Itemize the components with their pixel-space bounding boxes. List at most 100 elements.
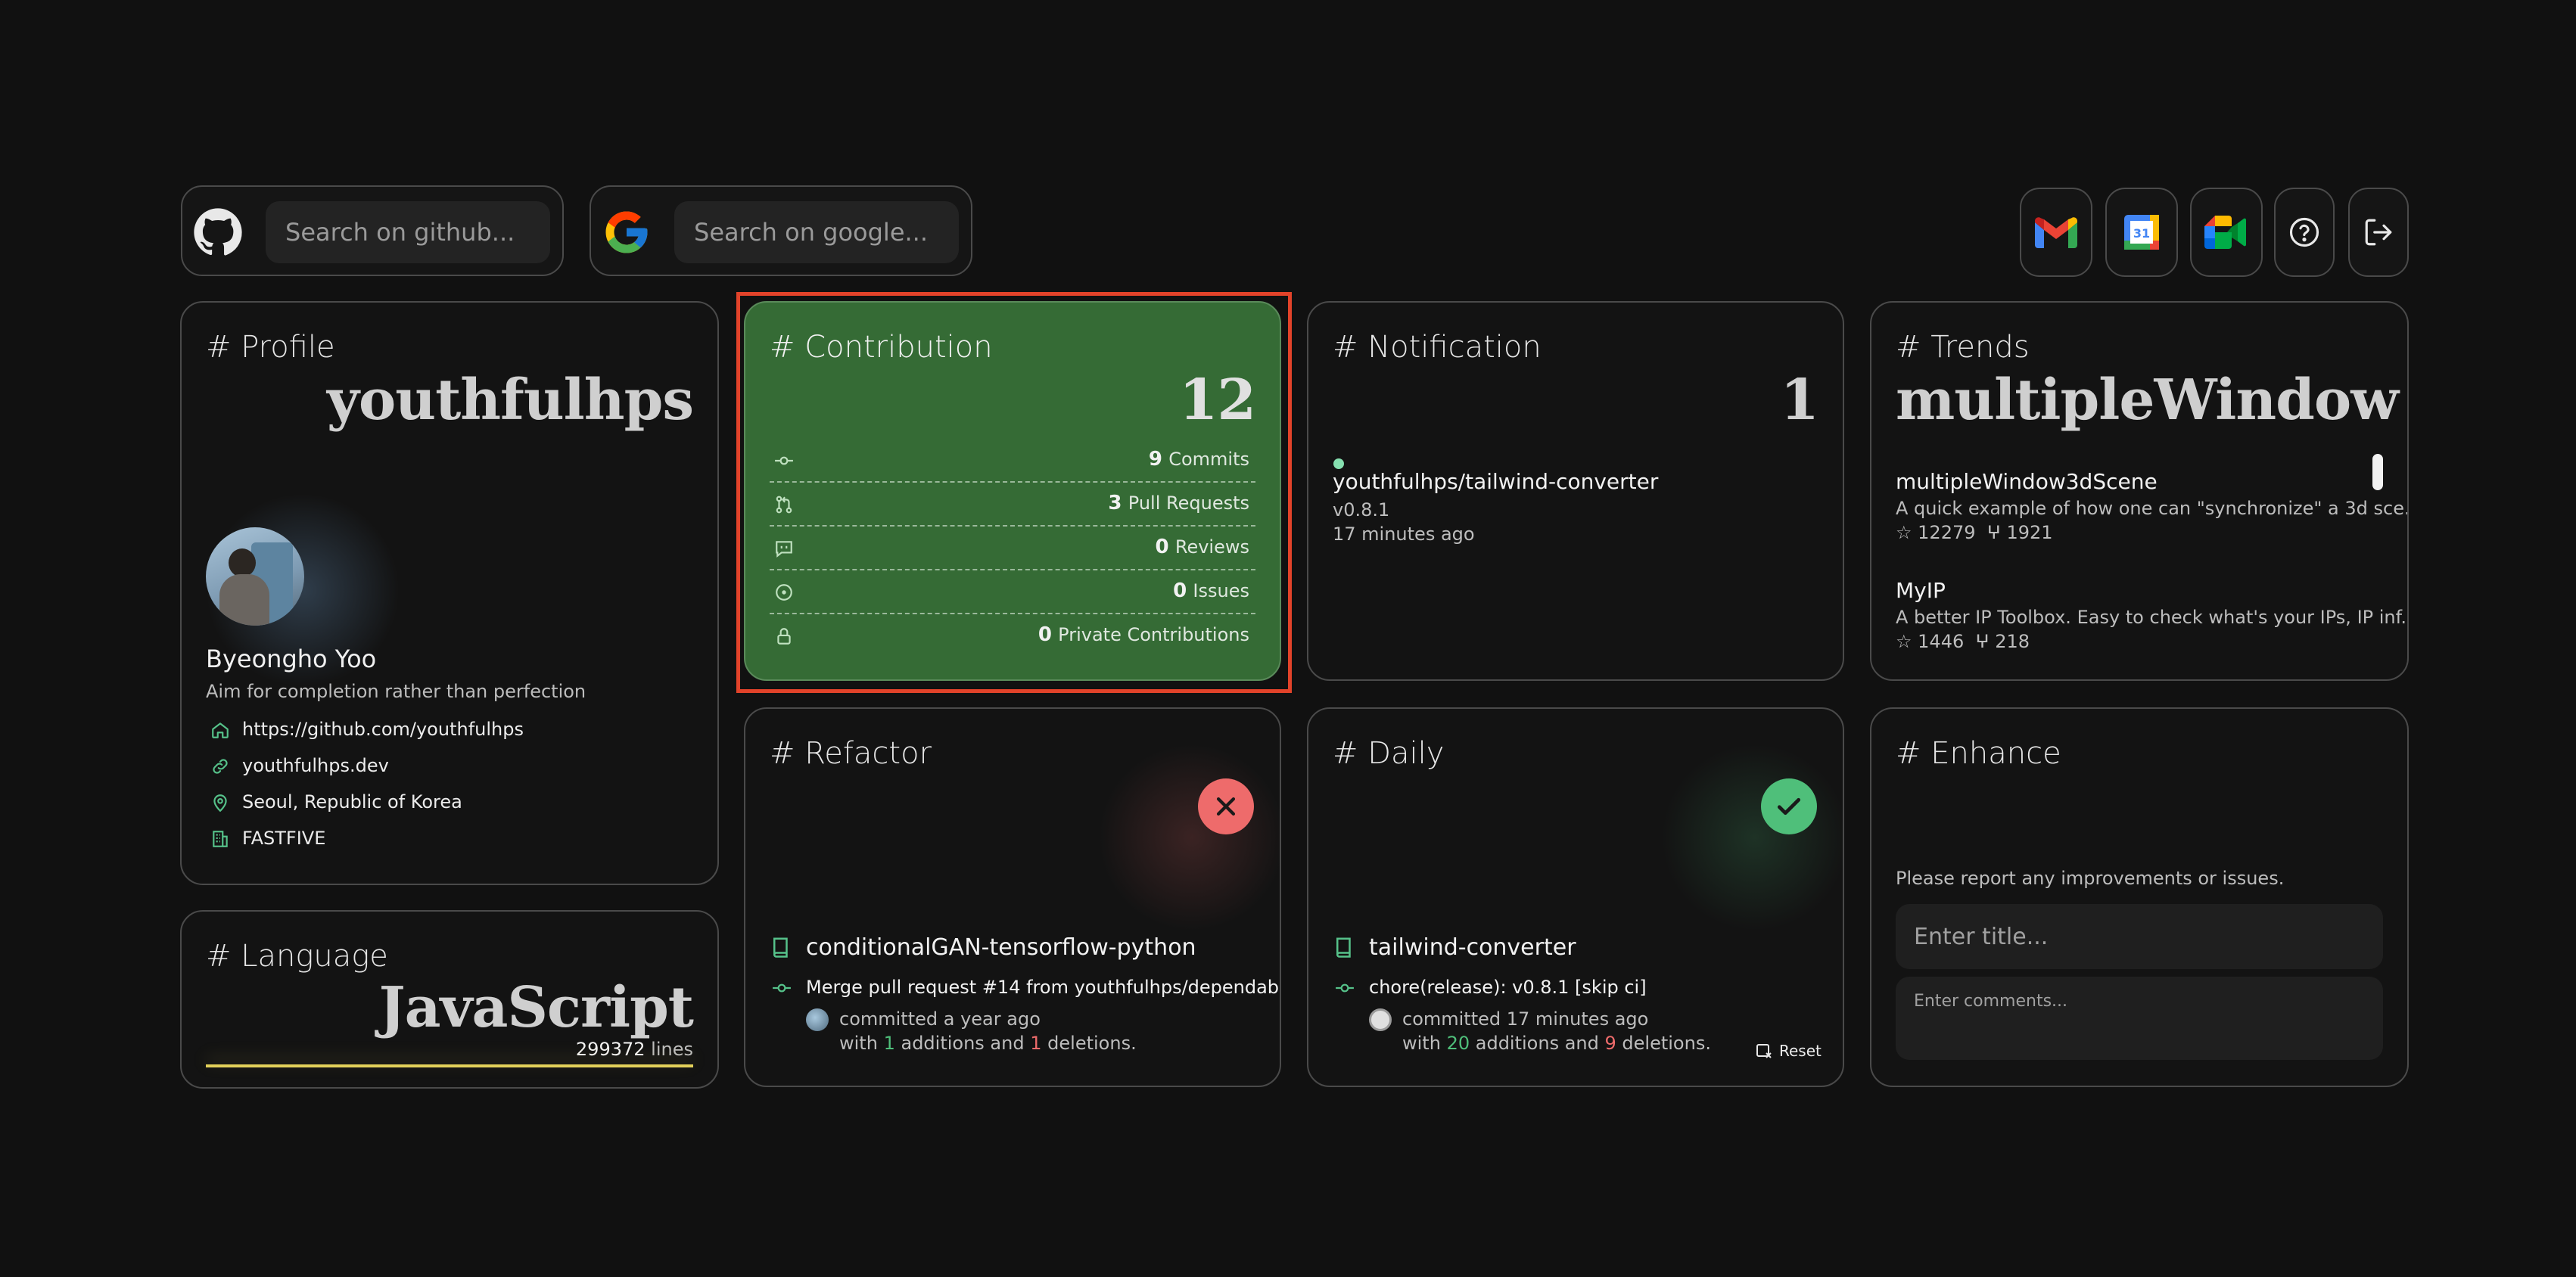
logout-icon <box>2365 219 2392 246</box>
additions-label: additions and <box>901 1033 1025 1054</box>
trend-item-stats: ☆ 1446 ⵖ 218 <box>1896 631 2030 652</box>
reset-button[interactable]: Reset <box>1755 1042 1822 1060</box>
fork-icon: ⵖ <box>1975 631 1990 652</box>
google-calendar-icon: 31 <box>2124 215 2159 250</box>
location-icon <box>213 794 227 812</box>
repo-name[interactable]: tailwind-converter <box>1369 934 1576 961</box>
link-icon <box>213 759 228 774</box>
commit-stats: with 20 additions and 9 deletions. <box>1402 1033 1711 1054</box>
card-title: # Language <box>206 939 388 974</box>
issue-comments-input[interactable] <box>1896 977 2383 1060</box>
avatar <box>206 527 304 626</box>
reset-label: Reset <box>1779 1042 1822 1060</box>
profile-name: Byeongho Yoo <box>206 645 377 673</box>
home-icon <box>212 722 229 738</box>
issue-title-input[interactable] <box>1896 904 2383 969</box>
star-icon: ☆ <box>1896 522 1912 543</box>
daily-card: # Daily tailwind-converter chore(release… <box>1307 707 1844 1087</box>
review-count: 0 <box>1155 536 1169 558</box>
commit-message[interactable]: chore(release): v0.8.1 [skip ci] <box>1369 977 1647 998</box>
notification-count: 1 <box>1780 368 1819 433</box>
card-title: # Refactor <box>770 736 932 771</box>
fork-icon: ⵖ <box>1986 522 2001 543</box>
commit-message[interactable]: Merge pull request #14 from youthfulhps/… <box>806 977 1280 998</box>
profile-github-link[interactable]: https://github.com/youthfulhps <box>242 719 524 740</box>
commit-time: committed a year ago <box>839 1008 1041 1030</box>
contribution-row-private: 0 Private Contributions <box>770 614 1255 658</box>
help-button[interactable] <box>2274 188 2335 277</box>
notification-time: 17 minutes ago <box>1333 524 1475 545</box>
pull-request-label: Pull Requests <box>1128 492 1249 514</box>
repo-icon <box>1336 937 1351 958</box>
contribution-row-pull-requests: 3 Pull Requests <box>770 483 1255 527</box>
language-bar <box>206 1064 693 1067</box>
commit-icon <box>1336 983 1354 993</box>
trend-item-stats: ☆ 12279 ⵖ 1921 <box>1896 522 2053 543</box>
github-search-input[interactable] <box>266 201 550 263</box>
language-card: # Language JavaScript 299372 lines <box>180 910 719 1089</box>
status-glow <box>1641 739 1843 936</box>
trends-scrollbar[interactable] <box>2372 454 2383 490</box>
lines-count: 299372 <box>575 1039 646 1060</box>
card-title: # Daily <box>1333 736 1445 771</box>
contribution-card[interactable]: # Contribution 12 9 Commits 3 Pull Reque… <box>744 301 1281 681</box>
trend-item-desc: A quick example of how one can "synchron… <box>1896 498 2409 519</box>
profile-bio: Aim for completion rather than perfectio… <box>206 681 586 702</box>
reset-icon <box>1756 1044 1772 1058</box>
card-title: # Enhance <box>1896 736 2061 771</box>
trends-card: # Trends multipleWindow multipleWindow3d… <box>1870 301 2409 681</box>
trend-stars: 1446 <box>1918 631 1965 652</box>
star-icon: ☆ <box>1896 631 1912 652</box>
trends-headline: multipleWindow <box>1896 368 2399 433</box>
commit-icon <box>773 983 791 993</box>
additions-count: 20 <box>1446 1033 1470 1054</box>
google-search-bar <box>590 185 972 276</box>
github-search-bar <box>181 185 564 276</box>
contribution-row-commits: 9 Commits <box>770 439 1255 483</box>
language-name: JavaScript <box>378 975 694 1040</box>
deletions-count: 9 <box>1604 1033 1616 1054</box>
google-meet-button[interactable] <box>2190 188 2263 277</box>
trend-stars: 12279 <box>1918 522 1976 543</box>
success-status-icon <box>1761 778 1817 834</box>
profile-website-link[interactable]: youthfulhps.dev <box>242 755 389 776</box>
profile-company: FASTFIVE <box>242 828 326 849</box>
committer-avatar <box>806 1008 829 1031</box>
issue-label: Issues <box>1193 580 1249 601</box>
trend-item-name[interactable]: MyIP <box>1896 578 1946 603</box>
contribution-row-issues: 0 Issues <box>770 570 1255 614</box>
card-title: # Trends <box>1896 330 2030 365</box>
lock-icon <box>777 628 791 645</box>
notification-repo[interactable]: youthfulhps/tailwind-converter <box>1333 469 1658 494</box>
enhance-prompt: Please report any improvements or issues… <box>1896 868 2285 889</box>
google-meet-icon <box>2204 216 2246 249</box>
additions-count: 1 <box>883 1033 895 1054</box>
notification-version: v0.8.1 <box>1333 499 1390 520</box>
commit-time: committed 17 minutes ago <box>1402 1008 1649 1030</box>
repo-icon <box>773 937 788 958</box>
logout-button[interactable] <box>2348 188 2409 277</box>
commit-stats: with 1 additions and 1 deletions. <box>839 1033 1137 1054</box>
gmail-button[interactable] <box>2020 188 2092 277</box>
trend-item-desc: A better IP Toolbox. Easy to check what'… <box>1896 607 2409 628</box>
unread-dot <box>1333 458 1344 469</box>
close-icon <box>1216 797 1236 816</box>
google-calendar-button[interactable]: 31 <box>2105 188 2178 277</box>
lines-label: lines <box>651 1039 693 1060</box>
repo-name[interactable]: conditionalGAN-tensorflow-python <box>806 934 1196 961</box>
enhance-card: # Enhance Please report any improvements… <box>1870 707 2409 1087</box>
help-icon <box>2289 217 2319 247</box>
google-search-input[interactable] <box>674 201 959 263</box>
committer-avatar <box>1369 1008 1392 1031</box>
language-lines: 299372 lines <box>576 1039 693 1060</box>
commit-count: 9 <box>1148 448 1162 471</box>
private-count: 0 <box>1038 623 1052 646</box>
commit-icon <box>775 456 793 465</box>
deletions-label: deletions. <box>1047 1033 1137 1054</box>
trend-item-name[interactable]: multipleWindow3dScene <box>1896 469 2158 494</box>
with-label: with <box>839 1033 878 1054</box>
card-title: # Profile <box>206 330 335 365</box>
calendar-day-label: 31 <box>2133 226 2150 241</box>
failed-status-icon <box>1198 778 1254 834</box>
review-label: Reviews <box>1174 536 1249 558</box>
